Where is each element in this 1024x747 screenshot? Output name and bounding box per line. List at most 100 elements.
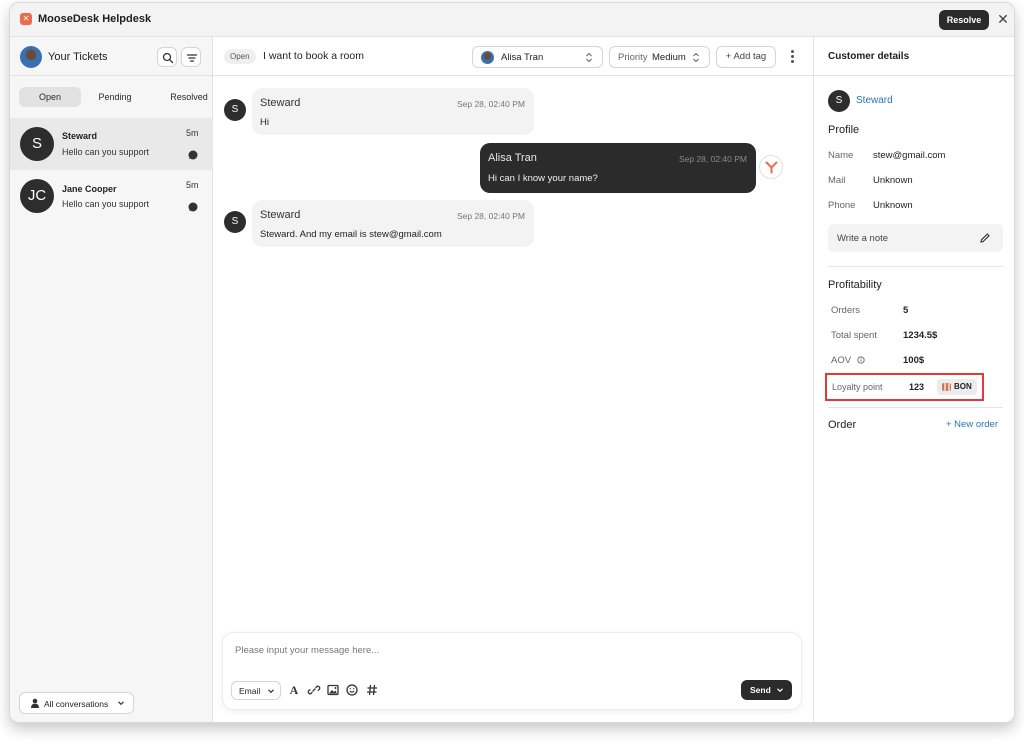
sidebar-header: Your Tickets <box>10 37 213 76</box>
message-author: Steward <box>260 97 301 109</box>
chat-bubble-icon <box>188 202 198 212</box>
profile-label: Phone <box>828 200 856 211</box>
profile-value: Unknown <box>873 175 913 186</box>
channel-dropdown[interactable]: Email <box>231 681 281 700</box>
app-window: ✕ MooseDesk Helpdesk Resolve ✕ Your Tick… <box>9 2 1015 723</box>
sort-updown-icon <box>586 52 592 63</box>
assignee-avatar <box>481 51 494 64</box>
priority-select[interactable]: Priority Medium <box>609 46 710 68</box>
profile-value: stew@gmail.com <box>873 150 946 161</box>
ticket-status-tabs: Open Pending Resolved <box>19 87 208 107</box>
message-input[interactable] <box>235 641 735 659</box>
ticket-item[interactable]: S Steward Hello can you support 5m <box>10 118 213 170</box>
ticket-name: Jane Cooper <box>62 184 117 194</box>
close-icon[interactable]: ✕ <box>994 9 1012 29</box>
aov-label: AOV <box>831 355 852 366</box>
bon-badge[interactable]: BON <box>937 379 977 395</box>
info-icon[interactable] <box>857 356 865 364</box>
search-button[interactable] <box>157 47 177 67</box>
message-text: Steward. And my email is stew@gmail.com <box>260 229 442 240</box>
image-icon[interactable] <box>326 683 340 697</box>
profile-label: Mail <box>828 175 846 186</box>
tab-open[interactable]: Open <box>19 87 81 107</box>
profitability-title: Profitability <box>828 279 882 291</box>
ticket-name: Steward <box>62 131 98 141</box>
assignee-name: Alisa Tran <box>501 52 544 63</box>
customer-details-header: Customer details <box>814 37 1014 76</box>
moosedesk-logo-icon: ✕ <box>20 13 32 25</box>
more-options-icon[interactable] <box>787 48 797 66</box>
chevron-down-icon <box>777 688 783 693</box>
message-time: Sep 28, 02:40 PM <box>456 99 525 109</box>
channel-value: Email <box>239 686 261 696</box>
profit-label: Total spent <box>831 330 877 341</box>
message-time: Sep 28, 02:40 PM <box>678 154 747 164</box>
message-author: Steward <box>260 209 301 221</box>
panel-title: Customer details <box>828 51 910 62</box>
ticket-item[interactable]: JC Jane Cooper Hello can you support 5m <box>10 170 213 222</box>
message-author: Alisa Tran <box>488 152 537 164</box>
sidebar-title: Your Tickets <box>48 51 108 63</box>
profile-value: Unknown <box>873 200 913 211</box>
hashtag-icon[interactable] <box>365 683 379 697</box>
ticket-avatar: JC <box>20 179 54 213</box>
customer-avatar: S <box>828 90 850 112</box>
ticket-time: 5m <box>186 180 199 190</box>
profit-label: Orders <box>831 305 861 316</box>
filter-button[interactable] <box>181 47 201 67</box>
order-title: Order <box>828 419 857 431</box>
ticket-preview: Hello can you support <box>62 199 150 209</box>
profit-value: 100$ <box>903 355 925 366</box>
app-title: MooseDesk Helpdesk <box>38 13 152 25</box>
message-time: Sep 28, 02:40 PM <box>456 211 525 221</box>
write-note-field[interactable]: Write a note <box>828 224 1003 252</box>
divider <box>828 266 1003 267</box>
loyalty-label: Loyalty point <box>832 382 883 392</box>
send-button[interactable]: Send <box>741 680 792 700</box>
conversation-header: Open I want to book a room Alisa Tran Pr… <box>213 37 813 76</box>
message-avatar: S <box>224 211 246 233</box>
new-order-link[interactable]: + New order <box>946 419 998 430</box>
customer-details-panel: Customer details S Steward Profile Name … <box>813 37 1014 722</box>
profile-title: Profile <box>828 124 860 136</box>
chevron-down-icon <box>118 701 124 706</box>
user-avatar[interactable] <box>20 46 42 68</box>
ticket-subject: I want to book a room <box>263 50 364 62</box>
incoming-message: Steward Sep 28, 02:40 PM Steward. And my… <box>252 200 534 247</box>
profit-label: AOV <box>831 355 865 366</box>
bon-logo-icon <box>942 383 951 391</box>
message-avatar: S <box>224 99 246 121</box>
conversation-filter-dropdown[interactable]: All conversations <box>19 692 134 714</box>
chevron-down-icon <box>268 689 274 694</box>
profit-value: 5 <box>903 305 909 316</box>
chat-bubble-icon <box>188 150 198 160</box>
agent-avatar <box>759 155 783 179</box>
tab-pending[interactable]: Pending <box>84 87 146 107</box>
message-composer: Email A Send <box>223 633 801 709</box>
search-icon <box>162 52 174 64</box>
status-badge: Open <box>224 49 256 64</box>
outgoing-message: Alisa Tran Sep 28, 02:40 PM Hi can I kno… <box>480 143 756 193</box>
message-text: Hi <box>260 117 269 128</box>
ticket-avatar: S <box>20 127 54 161</box>
loyalty-value: 123 <box>909 382 925 392</box>
priority-value: Medium <box>652 52 686 63</box>
emoji-icon[interactable] <box>345 683 359 697</box>
link-icon[interactable] <box>307 683 321 697</box>
bon-label: BON <box>954 382 972 391</box>
title-bar: ✕ MooseDesk Helpdesk Resolve ✕ <box>10 3 1014 37</box>
profile-label: Name <box>828 150 854 161</box>
send-label: Send <box>750 685 771 695</box>
incoming-message: Steward Sep 28, 02:40 PM Hi <box>252 88 534 135</box>
add-tag-button[interactable]: + Add tag <box>716 46 776 68</box>
resolve-button[interactable]: Resolve <box>939 10 989 30</box>
assignee-select[interactable]: Alisa Tran <box>472 46 603 68</box>
customer-name-link[interactable]: Steward <box>856 95 893 106</box>
conversation-panel: Open I want to book a room Alisa Tran Pr… <box>213 37 813 722</box>
pencil-icon[interactable] <box>979 232 991 244</box>
ticket-time: 5m <box>186 128 199 138</box>
priority-label: Priority <box>618 52 648 63</box>
ticket-preview: Hello can you support <box>62 147 150 157</box>
message-text: Hi can I know your name? <box>488 173 598 184</box>
text-format-icon[interactable]: A <box>287 683 301 697</box>
